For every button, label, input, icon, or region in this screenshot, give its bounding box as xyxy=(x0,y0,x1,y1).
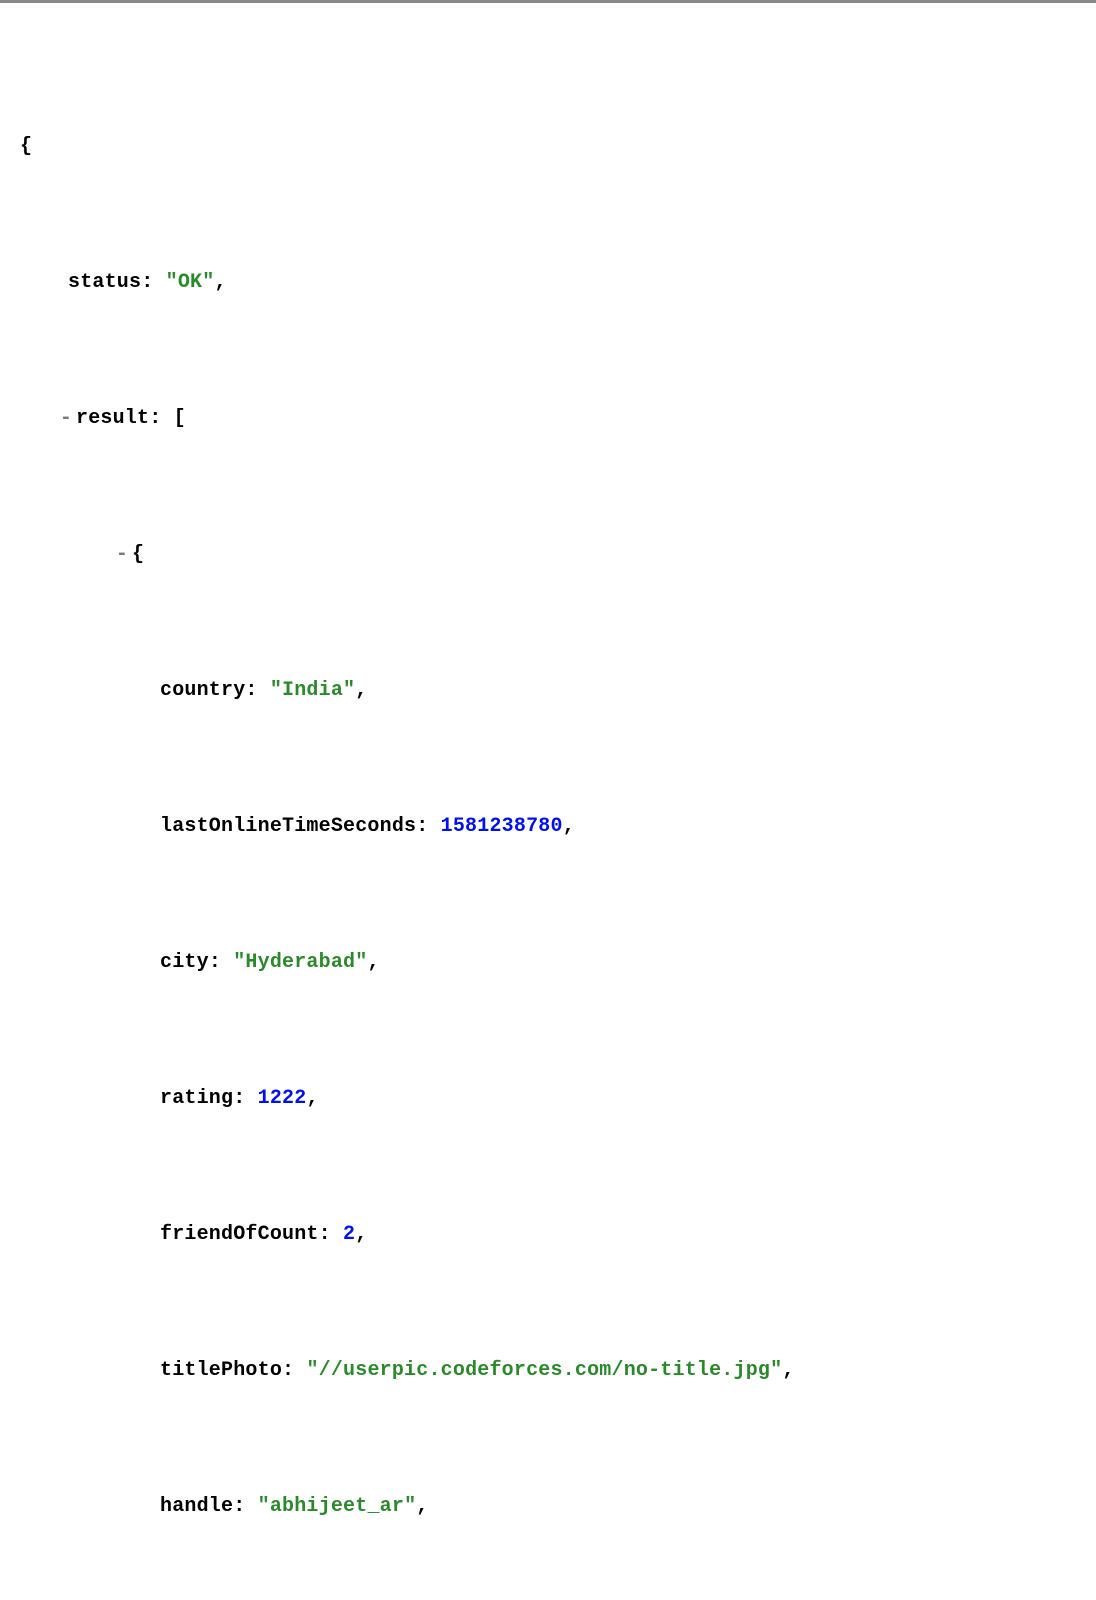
root-open-brace: { xyxy=(20,130,1076,164)
rating-line: rating: 1222, xyxy=(20,1082,1076,1116)
country-line: country: "India", xyxy=(20,674,1076,708)
result-line: -result: [ xyxy=(20,402,1076,436)
json-viewer: { status: "OK", -result: [ -{ country: "… xyxy=(20,28,1076,1600)
toggle-entry[interactable]: - xyxy=(116,543,128,566)
lastonline-line: lastOnlineTimeSeconds: 1581238780, xyxy=(20,810,1076,844)
toggle-result[interactable]: - xyxy=(60,407,72,430)
status-line: status: "OK", xyxy=(20,266,1076,300)
entry-open-brace: -{ xyxy=(20,538,1076,572)
friendofcount-line: friendOfCount: 2, xyxy=(20,1218,1076,1252)
city-line: city: "Hyderabad", xyxy=(20,946,1076,980)
titlephoto-line: titlePhoto: "//userpic.codeforces.com/no… xyxy=(20,1354,1076,1388)
handle-line: handle: "abhijeet_ar", xyxy=(20,1490,1076,1524)
